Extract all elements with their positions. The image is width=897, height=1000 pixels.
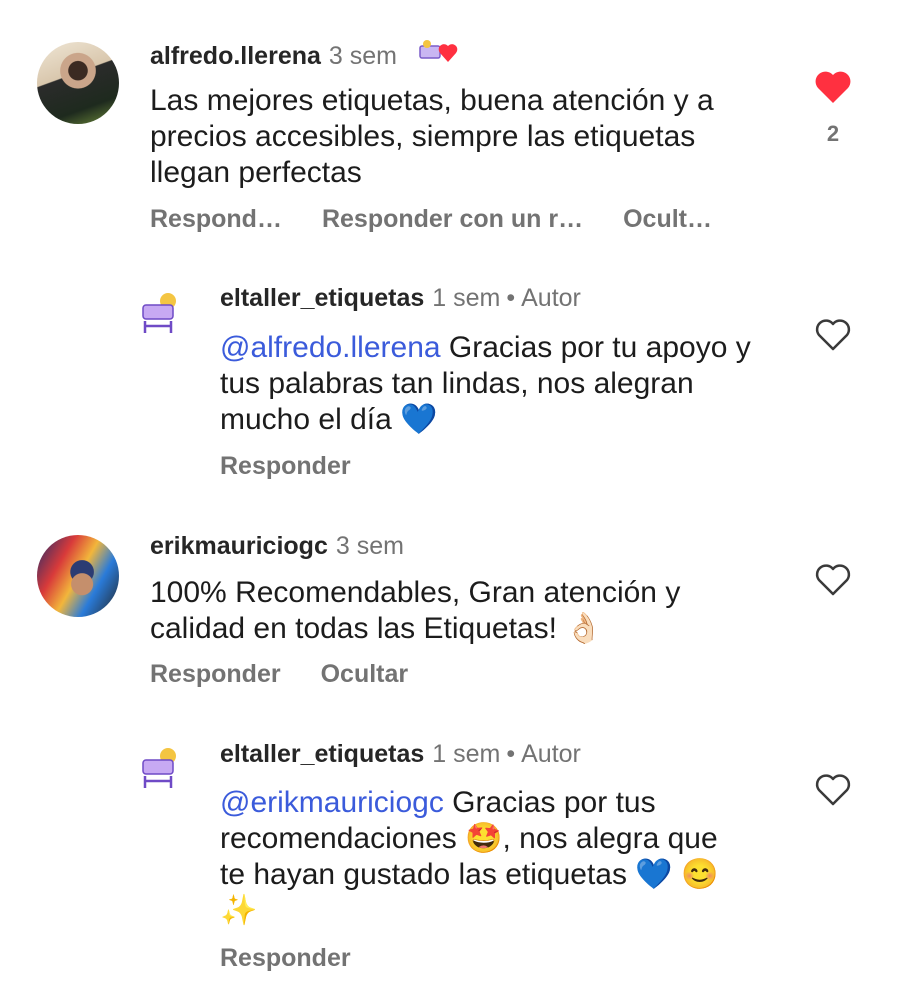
- reply-button[interactable]: Responder: [220, 452, 351, 480]
- reply-button[interactable]: Responder: [150, 660, 281, 688]
- reply-button[interactable]: Responder: [220, 944, 351, 972]
- hide-button[interactable]: Ocultar: [321, 660, 409, 688]
- comment-actions: Responder Ocultar: [150, 660, 448, 689]
- timestamp: 3 sem: [335, 532, 404, 560]
- separator: •: [506, 284, 516, 312]
- comment-text: Las mejores etiquetas, buena atención y …: [150, 84, 714, 189]
- comment-actions: Responder: [220, 452, 391, 481]
- timestamp: 3 sem: [328, 42, 397, 70]
- username[interactable]: alfredo.llerena: [150, 42, 321, 70]
- mention-link[interactable]: @erikmauriciogc: [220, 786, 444, 819]
- badge-icon: [418, 40, 464, 69]
- timestamp: 1 sem: [432, 740, 501, 768]
- heart-outline-icon[interactable]: [814, 563, 852, 602]
- comment-header: eltaller_etiquetas 1 sem • Autor: [220, 284, 581, 313]
- hide-button[interactable]: Ocult…: [623, 205, 712, 233]
- emoji: 🤩: [465, 822, 503, 855]
- emoji: 👌🏻: [565, 612, 603, 645]
- comment-header: alfredo.llerena 3 sem: [150, 38, 464, 71]
- username[interactable]: eltaller_etiquetas: [220, 740, 424, 768]
- mention-link[interactable]: @alfredo.llerena: [220, 331, 441, 364]
- separator: •: [506, 740, 516, 768]
- username[interactable]: erikmauriciogc: [150, 532, 328, 560]
- comment-actions: Respond… Responder con un r… Ocult…: [150, 205, 752, 234]
- author-badge: Autor: [521, 284, 581, 312]
- timestamp: 1 sem: [432, 284, 501, 312]
- avatar[interactable]: [37, 535, 119, 617]
- avatar[interactable]: [138, 290, 184, 336]
- avatar[interactable]: [138, 745, 184, 791]
- heart-filled-icon[interactable]: [814, 70, 852, 109]
- reply-button[interactable]: Respond…: [150, 205, 282, 233]
- comment-actions: Responder: [220, 944, 391, 973]
- like-count: 2: [826, 121, 840, 146]
- comment-text: @erikmauriciogc Gracias por tus recomend…: [220, 785, 750, 929]
- comment-header: eltaller_etiquetas 1 sem • Autor: [220, 740, 581, 769]
- emoji: 💙: [400, 403, 438, 436]
- comment-header: erikmauriciogc 3 sem: [150, 532, 404, 561]
- heart-outline-icon[interactable]: [814, 318, 852, 357]
- heart-outline-icon[interactable]: [814, 773, 852, 812]
- reply-sticker-button[interactable]: Responder con un r…: [322, 205, 583, 233]
- comment-text: @alfredo.llerena Gracias por tu apoyo y …: [220, 330, 780, 438]
- comment-text: 100% Recomendables, Gran atención y cali…: [150, 575, 750, 647]
- avatar[interactable]: [37, 42, 119, 124]
- username[interactable]: eltaller_etiquetas: [220, 284, 424, 312]
- author-badge: Autor: [521, 740, 581, 768]
